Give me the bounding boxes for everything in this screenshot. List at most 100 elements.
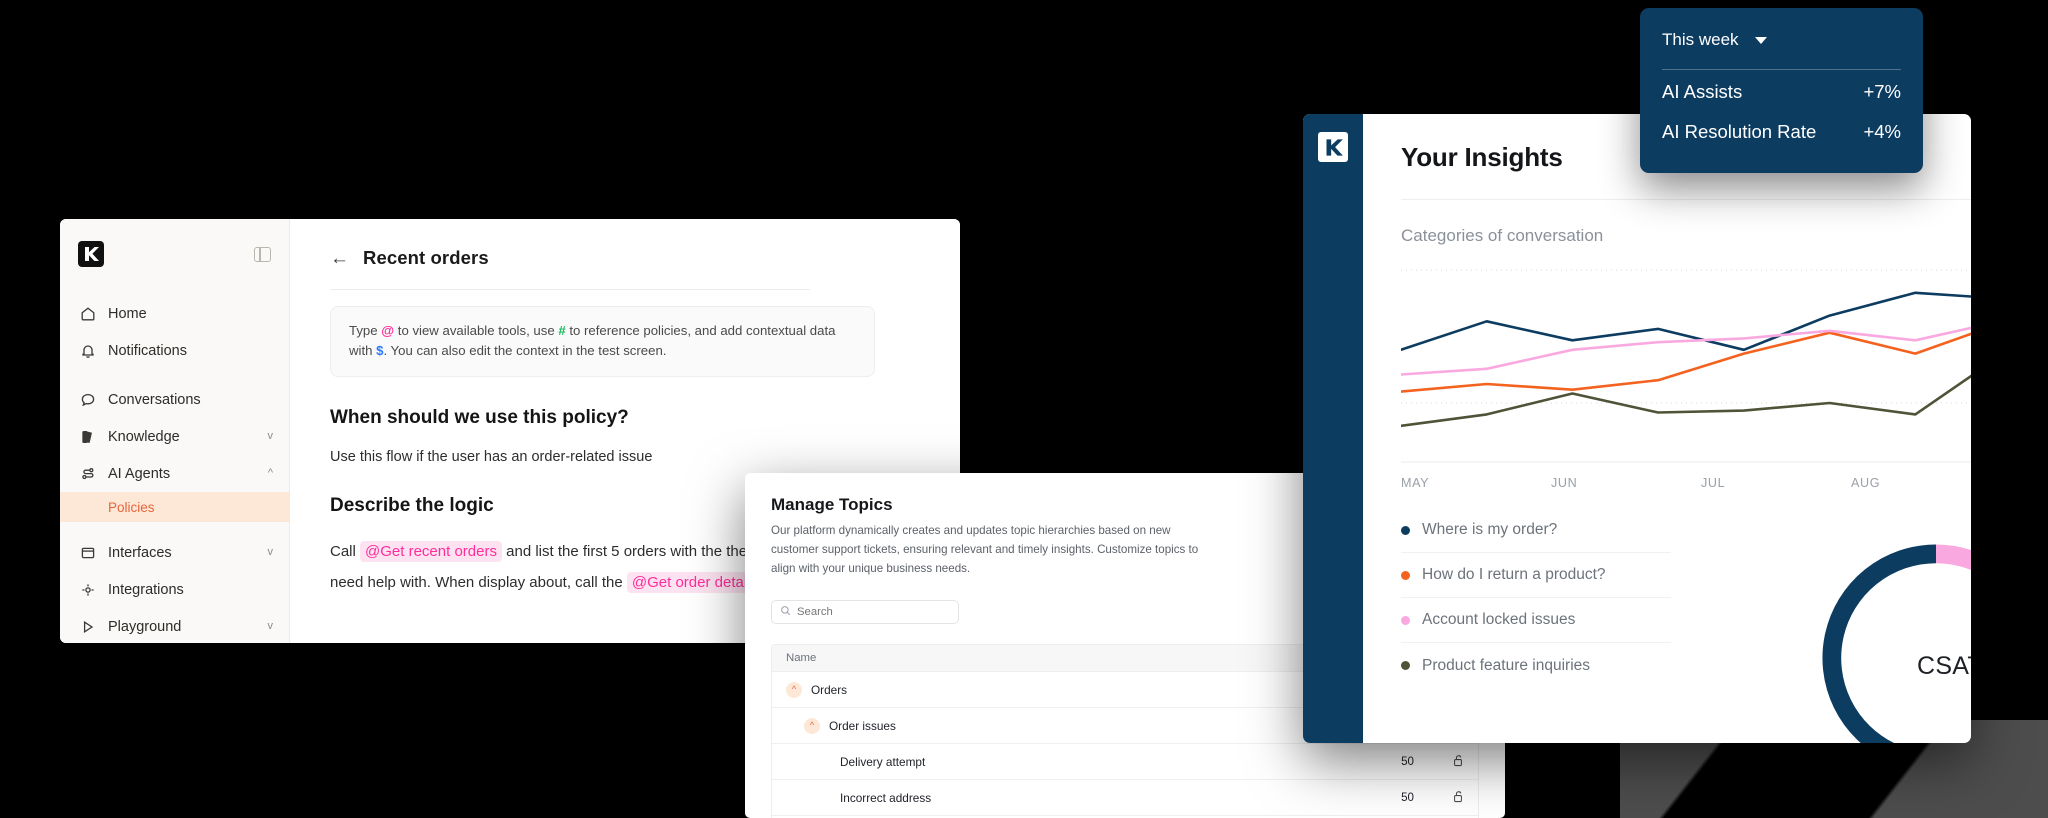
expand-caret-icon[interactable]: ^ bbox=[804, 717, 820, 734]
section-heading-when: When should we use this policy? bbox=[330, 406, 629, 428]
kustomer-logo-icon[interactable] bbox=[1318, 132, 1348, 162]
sidebar-item-label: Knowledge bbox=[108, 428, 180, 445]
hint-part-1: Type bbox=[349, 323, 382, 338]
x-axis-tick-labels: MAY JUN JUL AUG bbox=[1401, 476, 1971, 490]
sidebar-item-playground[interactable]: Playground v bbox=[60, 608, 289, 643]
legend-item[interactable]: How do I return a product? bbox=[1401, 553, 1671, 598]
legend-item[interactable]: Product feature inquiries bbox=[1401, 643, 1671, 688]
plug-icon bbox=[79, 581, 97, 599]
legend-color-dot bbox=[1401, 570, 1410, 580]
unlock-icon[interactable] bbox=[1414, 790, 1464, 806]
topic-count: 50 bbox=[1401, 755, 1414, 769]
manage-topics-title: Manage Topics bbox=[771, 495, 893, 514]
table-row[interactable]: Incorrect address 50 bbox=[772, 779, 1478, 815]
flow-nodes-icon bbox=[79, 465, 97, 483]
insights-window: Your Insights Categories of conversation… bbox=[1303, 114, 1971, 743]
divider bbox=[330, 289, 810, 290]
chevron-down-icon[interactable]: v bbox=[268, 431, 274, 442]
column-header-name: Name bbox=[786, 652, 817, 665]
legend-item[interactable]: Account locked issues bbox=[1401, 598, 1671, 643]
chevron-down-icon[interactable]: v bbox=[268, 547, 274, 558]
collapse-sidebar-icon[interactable] bbox=[254, 246, 271, 262]
metric-label: AI Resolution Rate bbox=[1662, 121, 1817, 142]
play-icon bbox=[79, 618, 97, 636]
chevron-down-icon[interactable]: v bbox=[268, 621, 274, 632]
sidebar-item-knowledge[interactable]: Knowledge v bbox=[60, 418, 289, 455]
kustomer-logo-icon[interactable] bbox=[78, 241, 104, 267]
document-header: ← Recent orders bbox=[290, 243, 960, 273]
chart-subtitle: Categories of conversation bbox=[1401, 226, 1604, 245]
sidebar-item-interfaces[interactable]: Interfaces v bbox=[60, 534, 289, 571]
line-chart-svg bbox=[1401, 269, 1971, 463]
chart-series bbox=[1401, 291, 1971, 428]
donut-slice bbox=[1822, 544, 1937, 743]
topic-label: Delivery attempt bbox=[840, 754, 926, 769]
logic-seg-4: about, call the bbox=[529, 573, 623, 591]
topic-name-cell: Incorrect address bbox=[786, 791, 1354, 805]
chevron-down-icon[interactable] bbox=[1754, 36, 1767, 44]
x-tick: MAY bbox=[1401, 476, 1430, 490]
editor-hint-box: Type @ to view available tools, use # to… bbox=[330, 306, 875, 377]
sidebar-item-integrations[interactable]: Integrations bbox=[60, 571, 289, 608]
hint-part-2: to view available tools, use bbox=[394, 323, 559, 338]
logic-seg-1: Call bbox=[330, 542, 356, 560]
series-line bbox=[1401, 374, 1971, 428]
home-icon bbox=[79, 305, 97, 323]
expand-caret-icon[interactable]: ^ bbox=[786, 681, 802, 698]
legend-label: How do I return a product? bbox=[1422, 566, 1606, 583]
csat-label: CSAT bbox=[1916, 652, 1971, 680]
legend-label: Product feature inquiries bbox=[1422, 656, 1591, 674]
hint-part-4: . You can also edit the context in the t… bbox=[383, 343, 667, 359]
legend-item[interactable]: Where is my order? bbox=[1401, 508, 1671, 553]
policies-sidebar: Home Notifications Conversations Knowled… bbox=[60, 219, 290, 643]
sidebar-item-notifications[interactable]: Notifications bbox=[60, 332, 289, 369]
search-topics-box[interactable] bbox=[771, 600, 959, 625]
series-line bbox=[1401, 331, 1971, 393]
table-row[interactable]: Delivery attempt 50 bbox=[772, 743, 1478, 779]
metric-label: AI Assists bbox=[1662, 81, 1743, 102]
legend-label: Account locked issues bbox=[1422, 611, 1576, 628]
bell-icon bbox=[79, 342, 97, 360]
csat-donut-chart bbox=[1822, 544, 1971, 743]
period-label: This week bbox=[1662, 30, 1739, 49]
period-selector[interactable]: This week bbox=[1662, 30, 1901, 50]
sidebar-header bbox=[60, 237, 289, 271]
x-tick: AUG bbox=[1851, 476, 1881, 490]
book-icon bbox=[79, 428, 97, 446]
tool-chip-get-order-details[interactable]: @Get order details bbox=[626, 571, 763, 593]
logic-seg-2: and list the first 5 orders with the bbox=[506, 542, 723, 560]
metric-row: AI Assists +7% bbox=[1662, 74, 1901, 110]
hash-token-icon: # bbox=[558, 323, 566, 338]
topic-label: Order issues bbox=[829, 718, 896, 733]
back-arrow-icon[interactable]: ← bbox=[330, 249, 349, 268]
metric-value: +7% bbox=[1863, 81, 1901, 102]
sidebar-item-ai-agents[interactable]: AI Agents ^ bbox=[60, 455, 289, 492]
sidebar-item-home[interactable]: Home bbox=[60, 295, 289, 332]
search-input[interactable] bbox=[797, 606, 950, 619]
legend-color-dot bbox=[1401, 615, 1410, 625]
chevron-up-icon[interactable]: ^ bbox=[268, 468, 273, 479]
x-tick: JUL bbox=[1701, 476, 1726, 490]
legend-label: Where is my order? bbox=[1422, 521, 1558, 538]
unlock-icon[interactable] bbox=[1414, 754, 1464, 770]
legend-color-dot bbox=[1401, 661, 1410, 670]
sidebar-subitem-label: Policies bbox=[108, 499, 155, 515]
donut-arcs bbox=[1822, 544, 1971, 743]
topic-name-cell: ^ Orders bbox=[786, 681, 1354, 698]
divider bbox=[1662, 69, 1901, 70]
this-week-card: This week AI Assists +7% AI Resolution R… bbox=[1640, 8, 1923, 173]
topic-count: 50 bbox=[1401, 791, 1414, 805]
sidebar-item-policies[interactable]: Policies bbox=[60, 492, 289, 522]
at-token-icon: @ bbox=[381, 323, 395, 338]
series-line bbox=[1401, 326, 1971, 376]
manage-topics-text: Manage Topics Our platform dynamically c… bbox=[771, 495, 1201, 578]
section-body-when: Use this flow if the user has an order-r… bbox=[330, 448, 653, 465]
divider bbox=[1401, 199, 1971, 200]
chat-bubble-icon bbox=[79, 391, 97, 409]
x-tick: JUN bbox=[1551, 476, 1578, 490]
topic-label: Incorrect address bbox=[840, 790, 932, 805]
sidebar-item-conversations[interactable]: Conversations bbox=[60, 381, 289, 418]
tool-chip-get-recent-orders[interactable]: @Get recent orders bbox=[360, 540, 502, 562]
page-title: Recent orders bbox=[363, 247, 489, 268]
